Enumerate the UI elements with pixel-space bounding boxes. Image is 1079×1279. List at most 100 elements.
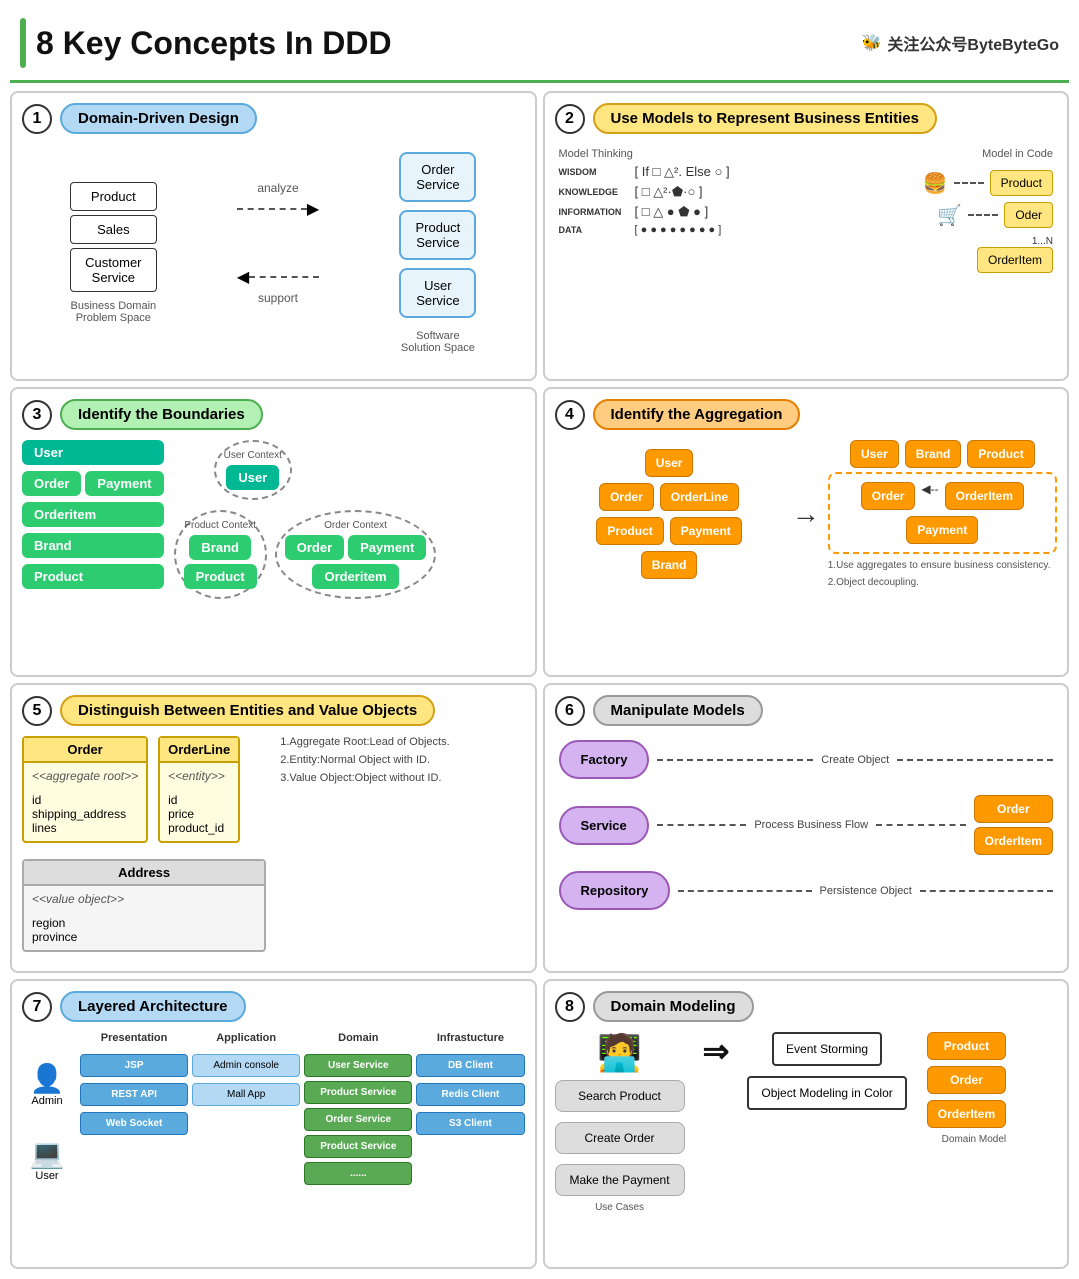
panel-7-number: 7 (22, 992, 52, 1022)
orderline-agg-left: OrderLine (660, 483, 739, 511)
brand-entity: Brand (22, 533, 164, 558)
panel-8: 8 Domain Modeling 🧑‍💻 Search Product Cre… (543, 979, 1070, 1269)
user-context: User Context User (214, 440, 292, 500)
panel-4-title: Identify the Aggregation (593, 399, 801, 430)
orderitem-manipulate: OrderItem (974, 827, 1053, 855)
panel-4-number: 4 (555, 400, 585, 430)
event-storming-box: Event Storming (772, 1032, 882, 1066)
panel-1-header: 1 Domain-Driven Design (22, 103, 525, 134)
address-uml-stereotype: <<value object>> (24, 886, 264, 912)
service-targets: Order OrderItem (974, 795, 1053, 855)
p2-model-code: Model in Code 🍔 Product 🛒 Oder 1...N Ord… (811, 148, 1053, 273)
mall-app-box: Mall App (192, 1083, 300, 1106)
product-box: Product (70, 182, 156, 211)
logo-icon: 🐝 (861, 33, 881, 53)
product-service-box: ProductService (399, 210, 476, 260)
panel-1-number: 1 (22, 104, 52, 134)
panel-7-header: 7 Layered Architecture (22, 991, 525, 1022)
payment-entity: Payment (85, 471, 163, 496)
actor-icon: 🧑‍💻 (597, 1032, 642, 1074)
product-context-item: Product (184, 564, 257, 589)
p1-left-boxes: Product Sales CustomerService Business D… (70, 182, 156, 324)
layer-items: JSP REST API Web Socket Admin console Ma… (80, 1054, 525, 1185)
panel-3-title: Identify the Boundaries (60, 399, 263, 430)
panel-6-number: 6 (555, 696, 585, 726)
p4-right: User Brand Product Order ◀-- OrderItem P… (828, 440, 1057, 588)
object-modeling-box: Object Modeling in Color (747, 1076, 906, 1110)
panel-5: 5 Distinguish Between Entities and Value… (10, 683, 537, 973)
p4-left: User Order OrderLine Product Payment Bra… (555, 449, 784, 579)
panel-2-content: Model Thinking WISDOM [ If □ △². Else ○ … (555, 144, 1058, 277)
panel-4-content: User Order OrderLine Product Payment Bra… (555, 440, 1058, 588)
panel-7-title: Layered Architecture (60, 991, 246, 1022)
orderline-uml-header: OrderLine (160, 738, 238, 763)
redis-client-box: Redis Client (416, 1083, 524, 1106)
address-uml: Address <<value object>> regionprovince (22, 859, 266, 952)
db-client-box: DB Client (416, 1054, 524, 1077)
order-uml-box: Order <<aggregate root>> idshipping_addr… (22, 736, 148, 843)
admin-icon: 👤 (30, 1062, 65, 1095)
orderline-uml: OrderLine <<entity>> idpriceproduct_id (158, 736, 240, 851)
factory-label: Create Object (821, 754, 889, 766)
panel-6: 6 Manipulate Models Factory Create Objec… (543, 683, 1070, 973)
order-icon: 🛒 (937, 203, 962, 228)
panel-1-content: Product Sales CustomerService Business D… (22, 144, 525, 362)
model-code-label: Model in Code (982, 148, 1053, 160)
panel-1-title: Domain-Driven Design (60, 103, 257, 134)
p3-entities: User Order Payment Orderitem Brand Produ… (22, 440, 164, 599)
orderitem-agg-right: OrderItem (945, 482, 1024, 510)
address-uml-header: Address (24, 861, 264, 886)
brand-logo: 🐝 关注公众号ByteByteGo (861, 31, 1059, 55)
infrastructure-header: Infrastucture (416, 1032, 524, 1044)
orderitem-domain-box: OrderItem (927, 1100, 1006, 1128)
agg-group: Order ◀-- OrderItem Payment (828, 472, 1057, 554)
order-agg-right: Order (861, 482, 916, 510)
orderitem-entity: Orderitem (22, 502, 164, 527)
orderline-uml-box: OrderLine <<entity>> idpriceproduct_id (158, 736, 240, 843)
repository-label: Persistence Object (820, 885, 912, 897)
order-service-box: OrderService (399, 152, 476, 202)
service-box: Service (559, 806, 649, 845)
p8-model-items: Product Order OrderItem Domain Model (927, 1032, 1006, 1145)
agg-arrow: → (792, 498, 820, 530)
panel-1: 1 Domain-Driven Design Product Sales Cus… (10, 91, 537, 381)
orderline-uml-stereotype: <<entity>> (160, 763, 238, 789)
data-row: DATA [ ● ● ● ● ● ● ● ● ] (559, 224, 801, 236)
use-cases-label: Use Cases (595, 1202, 644, 1213)
header-title: 8 Key Concepts In DDD (36, 25, 392, 62)
p5-notes: 1.Aggregate Root:Lead of Objects. 2.Enti… (280, 736, 524, 952)
panel-3-number: 3 (22, 400, 52, 430)
web-socket-box: Web Socket (80, 1112, 188, 1135)
product-context: Product Context Brand Product (174, 510, 267, 599)
rest-api-box: REST API (80, 1083, 188, 1106)
model-thinking-label: Model Thinking (559, 148, 801, 160)
panel-8-title: Domain Modeling (593, 991, 754, 1022)
domain-col: User Service Product Service Order Servi… (304, 1054, 412, 1185)
right-label: SoftwareSolution Space (399, 330, 476, 354)
payment-agg-right: Payment (906, 516, 978, 544)
agg-note2: 2.Object decoupling. (828, 577, 1057, 588)
burger-icon: 🍔 (923, 171, 948, 196)
service-label: Process Business Flow (754, 819, 868, 831)
content-grid: 1 Domain-Driven Design Product Sales Cus… (10, 91, 1069, 1269)
order-uml-fields: idshipping_addresslines (24, 789, 146, 841)
p3-contexts: User Context User Product Context Brand … (174, 440, 525, 599)
panel-3-header: 3 Identify the Boundaries (22, 399, 525, 430)
layer-columns: Presentation Application Domain Infrastu… (80, 1032, 525, 1185)
panel-5-header: 5 Distinguish Between Entities and Value… (22, 695, 525, 726)
make-payment-box: Make the Payment (555, 1164, 685, 1196)
panel-2: 2 Use Models to Represent Business Entit… (543, 91, 1070, 381)
user-entity: User (22, 440, 164, 465)
p1-right-boxes: OrderService ProductService UserService … (399, 152, 476, 354)
p8-use-cases: Search Product Create Order Make the Pay… (555, 1080, 685, 1196)
domain-model-label: Domain Model (927, 1134, 1006, 1145)
create-order-box: Create Order (555, 1122, 685, 1154)
factory-row: Factory Create Object (559, 740, 1054, 779)
panel-8-number: 8 (555, 992, 585, 1022)
admin-actor: 👤 Admin (30, 1062, 65, 1107)
panel-4-header: 4 Identify the Aggregation (555, 399, 1058, 430)
header: 8 Key Concepts In DDD 🐝 关注公众号ByteByteGo (10, 10, 1069, 83)
jsp-box: JSP (80, 1054, 188, 1077)
admin-console-box: Admin console (192, 1054, 300, 1077)
panel-8-content: 🧑‍💻 Search Product Create Order Make the… (555, 1032, 1058, 1213)
